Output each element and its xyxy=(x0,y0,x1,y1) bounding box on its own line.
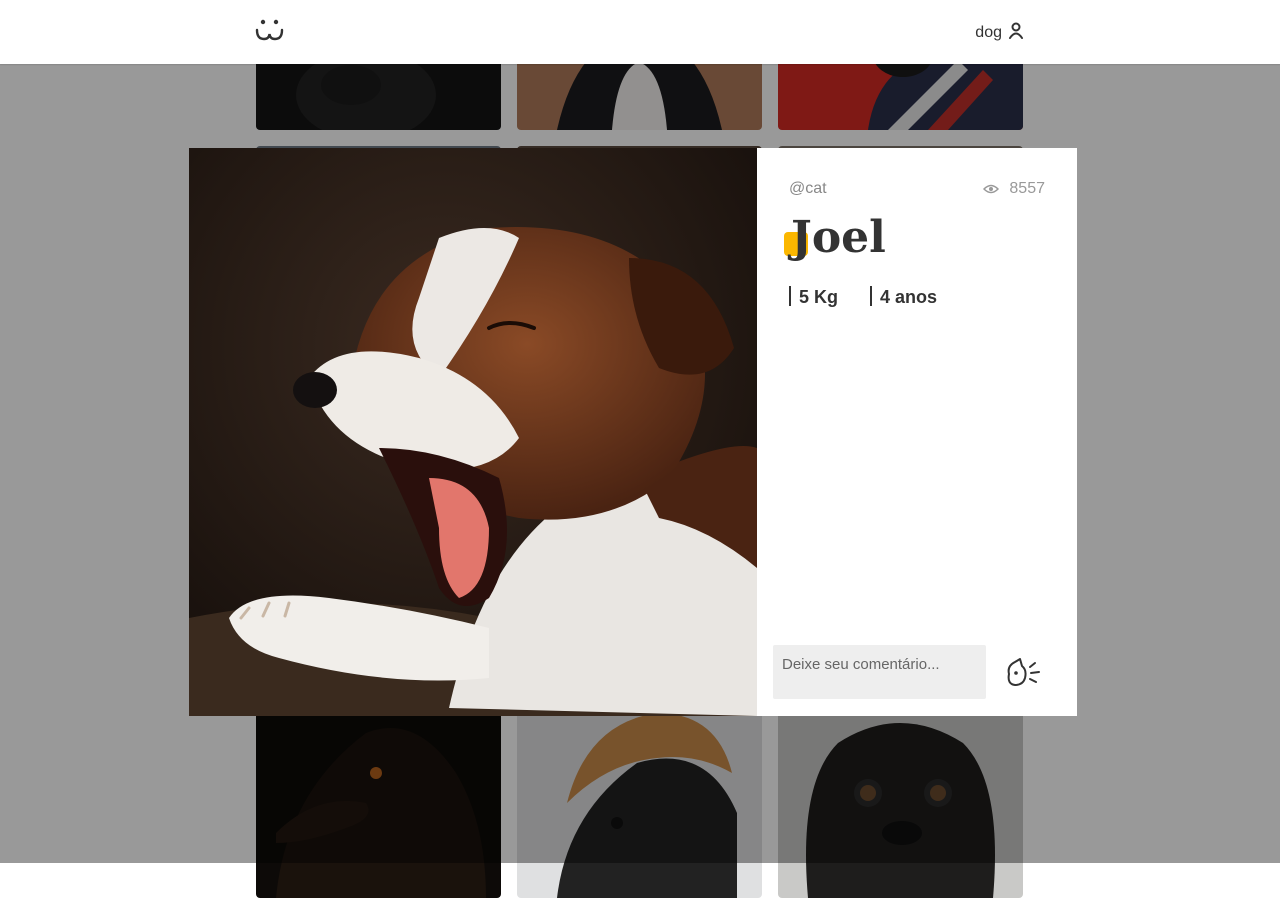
comment-input[interactable] xyxy=(773,645,986,699)
pet-attributes: 5 Kg 4 anos xyxy=(789,286,937,307)
dog-face-logo-icon[interactable] xyxy=(255,17,285,43)
eye-icon xyxy=(983,184,1000,194)
view-count: 8557 xyxy=(983,180,1045,198)
puppy-photo xyxy=(189,148,757,716)
username-label: dog xyxy=(975,24,1002,41)
send-comment-button[interactable] xyxy=(998,645,1050,697)
site-header: dog xyxy=(0,0,1280,64)
author-link[interactable]: @cat xyxy=(789,180,827,198)
yawning-puppy-image xyxy=(189,148,757,716)
age-attribute: 4 anos xyxy=(870,286,937,307)
weight-attribute: 5 Kg xyxy=(789,286,838,307)
photo-details: @cat 8557 Joel 5 Kg 4 anos xyxy=(757,148,1077,716)
user-icon xyxy=(1009,22,1023,39)
account-link[interactable]: dog xyxy=(975,22,1024,44)
photo-title[interactable]: Joel xyxy=(791,210,886,266)
photo-modal: @cat 8557 Joel 5 Kg 4 anos xyxy=(189,148,1077,716)
view-count-value: 8557 xyxy=(1009,180,1045,197)
dog-bark-send-icon xyxy=(1007,658,1040,686)
comment-form xyxy=(773,645,1053,699)
